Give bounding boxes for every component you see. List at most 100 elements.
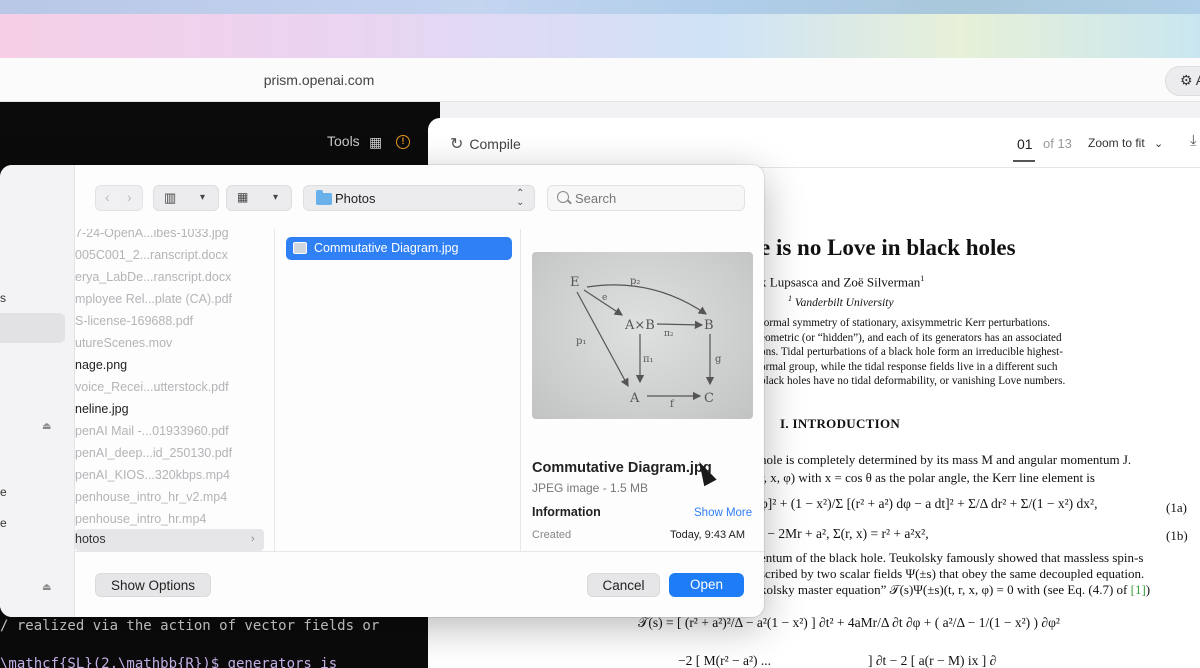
address-bar[interactable]: prism.openai.com ⚙ A [0,58,1200,102]
tools-grid-icon[interactable]: ▦ [369,134,382,151]
url-text[interactable]: prism.openai.com [0,72,638,88]
folder-name: hotos [75,532,106,546]
preview-file-name: Commutative Diagram.jpg [532,460,712,476]
file-name: 7-24-OpenA...ibes-1033.jpg [75,229,229,240]
show-more-link[interactable]: Show More [694,507,752,519]
paper-authors: x Lupsasca and Zoë Silverman1 [760,274,924,290]
extension-button[interactable]: ⚙ A [1165,66,1200,96]
abstract-line: formal symmetry of stationary, axisymmet… [760,317,1051,329]
sidebar-item[interactable]: s [0,291,6,305]
openai-logo-icon: ⚙ [1180,72,1193,88]
updown-chevron-icon: ⌃ ⌄ [516,188,525,208]
file-row[interactable]: penhouse_intro_hr.mp4 [75,509,265,531]
body-line: r, x, φ) with x = cos θ as the polar ang… [760,470,1095,485]
file-name: penAI_deep...id_250130.pdf [75,446,233,460]
authors-text: x Lupsasca and Zoë Silverman [760,274,921,290]
back-arrow-icon[interactable]: ‹ [105,189,110,205]
folder-row-photos[interactable]: hotos › [75,529,264,551]
search-input[interactable]: Search [547,185,745,211]
file-row[interactable]: 7-24-OpenA...ibes-1033.jpg [75,229,265,245]
affiliation-superscript: 1 [920,274,925,283]
file-name: S-license-169688.pdf [75,314,194,328]
sidebar-item[interactable]: e [0,485,7,499]
file-row[interactable]: S-license-169688.pdf [75,311,265,333]
file-name: voice_Recei...utterstock.pdf [75,380,229,394]
citation-link[interactable]: [1] [1131,582,1146,597]
diagram-label: B [704,318,714,333]
view-mode-select[interactable]: ▥ ▾ [153,185,219,211]
file-row[interactable]: 005C001_2...ranscript.docx [75,245,265,267]
dialog-sidebar: s ⏏ e e ⏏ [0,165,75,617]
diagram-label: e [602,293,607,303]
diagram-label: g [715,354,722,365]
grid-view-icon: ▦ [237,190,249,204]
file-row[interactable]: neline.jpg [75,399,265,421]
group-by-select[interactable]: ▦ ▾ [226,185,292,211]
file-row[interactable]: utureScenes.mov [75,333,265,355]
file-name: 005C001_2...ranscript.docx [75,248,228,262]
image-file-icon [293,242,307,254]
search-placeholder: Search [575,191,617,206]
file-name: mployee Rel...plate (CA).pdf [75,292,233,306]
folder-icon [316,190,332,205]
created-value: Today, 9:43 AM [670,529,746,541]
chevron-down-icon: ▾ [200,192,206,203]
nav-back-forward[interactable]: ‹ › [95,185,143,211]
sidebar-item[interactable]: e [0,516,7,530]
paper-abstract: formal symmetry of stationary, axisymmet… [760,316,1130,389]
open-button[interactable]: Open [669,573,744,597]
body-line: hole is completely determined by its mas… [760,452,1132,467]
file-name: utureScenes.mov [75,336,173,350]
file-name: erya_LabDe...ranscript.docx [75,270,232,284]
file-row[interactable]: nage.png [75,355,265,377]
paper-title: e is no Love in black holes [760,235,1016,260]
abstract-line: ons. Tidal perturbations of a black hole… [760,346,1063,358]
abstract-line: black holes have no tidal deformability,… [760,375,1066,387]
file-name: neline.jpg [75,402,129,416]
cancel-button[interactable]: Cancel [587,573,660,597]
columns-view-icon: ▥ [164,190,177,205]
body-line-text: kolsky master equation” 𝒯(s)Ψ(±s)(t, r, … [760,582,1131,597]
code-line[interactable]: / realized via the action of vector fiel… [0,618,379,634]
show-options-button[interactable]: Show Options [95,573,211,597]
affiliation-mark: 1 [788,294,792,303]
open-file-dialog: s ⏏ e e ⏏ ‹ › ▥ ▾ ▦ ▾ Photos ⌃ ⌄ Search 7… [0,165,764,617]
eject-icon[interactable]: ⏏ [42,582,51,593]
preview-file-kind: JPEG image - 1.5 MB [532,481,649,495]
file-row[interactable]: penAI_deep...id_250130.pdf [75,443,265,465]
commutative-diagram-drawing: E p₂ e A×B π₂ B p₁ π₁ g A f C [570,275,722,410]
paper-affiliation: 1 Vanderbilt University [788,294,894,309]
eject-icon[interactable]: ⏏ [42,421,51,432]
file-row[interactable]: penAI Mail -...01933960.pdf [75,421,265,443]
warning-icon[interactable]: ! [396,135,410,149]
paper-body: hole is completely determined by its mas… [760,451,1200,487]
teukolsky-operator-cont: −2 [ M(r² − a²) ... [678,653,772,668]
body-line: entum of the black hole. Teukolsky famou… [760,550,1144,565]
affiliation-text: Vanderbilt University [794,296,894,309]
body-line-end: ) [1145,582,1151,597]
file-row-selected[interactable]: Commutative Diagram.jpg [286,237,512,260]
location-dropdown[interactable]: Photos ⌃ ⌄ [303,185,535,211]
file-row[interactable]: penhouse_intro_hr_v2.mp4 [75,487,265,509]
browser-top-band [0,0,1200,58]
file-row[interactable]: penAI_KIOS...320kbps.mp4 [75,465,265,487]
photos-column: Commutative Diagram.jpg [276,229,521,551]
sidebar-item-selected[interactable] [0,313,65,343]
file-row[interactable]: erya_LabDe...ranscript.docx [75,267,265,289]
tools-menu[interactable]: Tools [327,133,360,149]
diagram-label: p₂ [630,276,640,287]
code-line[interactable]: \mathcf{SL}(2,\mathbb{R})$ generators is [0,656,337,668]
file-row[interactable]: voice_Recei...utterstock.pdf [75,377,265,399]
section-heading: I. INTRODUCTION [780,416,901,431]
abstract-line: eometric (or “hidden”), and each of its … [760,331,1062,344]
file-row[interactable]: mployee Rel...plate (CA).pdf [75,289,265,311]
body-line: kolsky master equation” 𝒯(s)Ψ(±s)(t, r, … [760,582,1150,598]
forward-arrow-icon[interactable]: › [127,189,132,205]
chevron-down-icon: ▾ [273,192,279,203]
equation-number: (1a) [1166,500,1187,515]
chevron-right-icon: › [251,533,255,545]
diagram-label: f [670,399,675,410]
equation-1b: ² − 2Mr + a², Σ(r, x) = r² + a²x², [760,526,929,541]
image-thumbnail: E p₂ e A×B π₂ B p₁ π₁ g A f C [532,252,753,419]
search-icon [557,191,569,203]
